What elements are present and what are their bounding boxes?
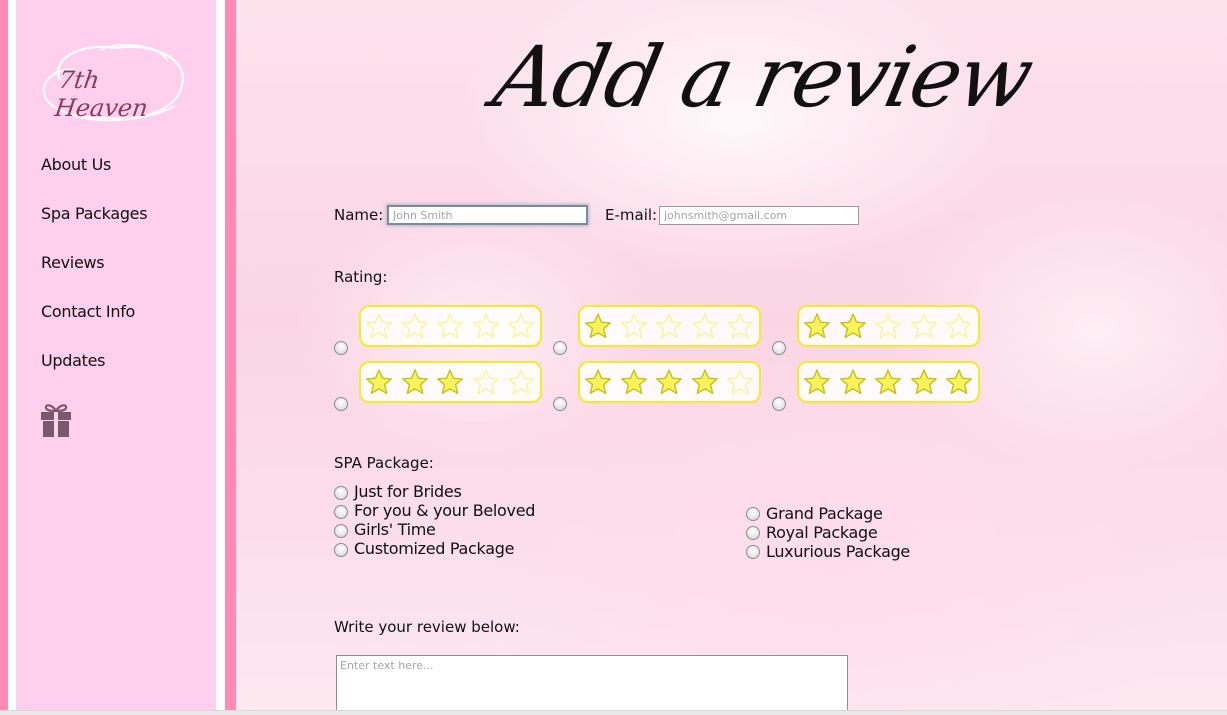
sidebar-item-about-us[interactable]: About Us (41, 155, 111, 174)
email-label: E-mail: (605, 206, 658, 224)
logo[interactable]: 7th Heaven (40, 40, 190, 124)
sidebar-stripe-left (0, 0, 8, 715)
gift-icon[interactable] (40, 402, 72, 438)
star-filled-icon (804, 369, 830, 395)
star-empty-icon (620, 313, 647, 339)
page-title: Add a review (485, 28, 1040, 126)
rating-option-1-stars[interactable] (578, 305, 761, 347)
star-empty-icon (508, 313, 534, 339)
star-filled-icon (620, 369, 647, 395)
star-filled-icon (656, 369, 682, 395)
star-filled-icon (366, 369, 392, 395)
name-input[interactable] (387, 205, 588, 225)
star-filled-icon (946, 369, 972, 395)
star-filled-icon (839, 313, 866, 339)
star-filled-icon (691, 369, 718, 395)
sidebar-item-reviews[interactable]: Reviews (41, 253, 105, 272)
star-empty-icon (472, 313, 499, 339)
star-empty-icon (691, 313, 718, 339)
star-empty-icon (946, 313, 972, 339)
email-input[interactable] (659, 206, 859, 225)
name-label: Name: (334, 206, 384, 224)
review-label: Write your review below: (334, 618, 520, 636)
rating-radio-0-stars[interactable] (334, 341, 348, 355)
star-filled-icon (804, 313, 830, 339)
sidebar: 7th Heaven About Us Spa Packages Reviews… (0, 0, 236, 715)
sidebar-item-spa-packages[interactable]: Spa Packages (41, 204, 148, 223)
star-empty-icon (727, 369, 753, 395)
rating-option-2-stars[interactable] (797, 305, 980, 347)
review-textarea[interactable] (336, 655, 848, 715)
star-empty-icon (910, 313, 937, 339)
package-radio-girls-time[interactable] (334, 524, 348, 538)
star-filled-icon (437, 369, 463, 395)
package-radio-customized-package[interactable] (334, 543, 348, 557)
star-filled-icon (401, 369, 428, 395)
star-filled-icon (910, 369, 937, 395)
rating-option-4-stars[interactable] (578, 361, 761, 403)
spa-package-label: SPA Package: (334, 454, 434, 472)
sidebar-item-contact-info[interactable]: Contact Info (41, 302, 135, 321)
rating-option-3-stars[interactable] (359, 361, 542, 403)
package-radio-grand-package[interactable] (746, 507, 760, 521)
star-empty-icon (472, 369, 499, 395)
package-option-label: Luxurious Package (766, 542, 910, 561)
rating-radio-2-stars[interactable] (772, 341, 786, 355)
rating-radio-4-stars[interactable] (553, 397, 567, 411)
package-radio-for-you-and-your-beloved[interactable] (334, 505, 348, 519)
rating-option-5-stars[interactable] (797, 361, 980, 403)
package-option-label: Customized Package (354, 539, 515, 558)
rating-option-0-stars[interactable] (359, 305, 542, 347)
star-empty-icon (875, 313, 901, 339)
sidebar-item-updates[interactable]: Updates (41, 351, 105, 370)
logo-text: 7th Heaven (53, 66, 150, 122)
rating-radio-1-stars[interactable] (553, 341, 567, 355)
sidebar-stripe-right (225, 0, 236, 715)
package-option-label: Girls' Time (354, 520, 436, 539)
star-empty-icon (437, 313, 463, 339)
star-filled-icon (875, 369, 901, 395)
package-radio-just-for-brides[interactable] (334, 486, 348, 500)
star-filled-icon (585, 313, 611, 339)
package-option-label: Just for Brides (354, 482, 462, 501)
star-filled-icon (839, 369, 866, 395)
package-radio-royal-package[interactable] (746, 526, 760, 540)
window-bottom-edge (0, 710, 1227, 715)
star-empty-icon (656, 313, 682, 339)
star-empty-icon (727, 313, 753, 339)
rating-label: Rating: (334, 268, 388, 286)
star-empty-icon (366, 313, 392, 339)
star-empty-icon (508, 369, 534, 395)
package-radio-luxurious-package[interactable] (746, 545, 760, 559)
package-option-label: Royal Package (766, 523, 878, 542)
rating-radio-3-stars[interactable] (334, 397, 348, 411)
rating-radio-5-stars[interactable] (772, 397, 786, 411)
package-option-label: For you & your Beloved (354, 501, 536, 520)
package-option-label: Grand Package (766, 504, 883, 523)
star-empty-icon (401, 313, 428, 339)
main-content: Add a review Name: E-mail: Rating: SPA P… (236, 0, 1227, 715)
star-filled-icon (585, 369, 611, 395)
